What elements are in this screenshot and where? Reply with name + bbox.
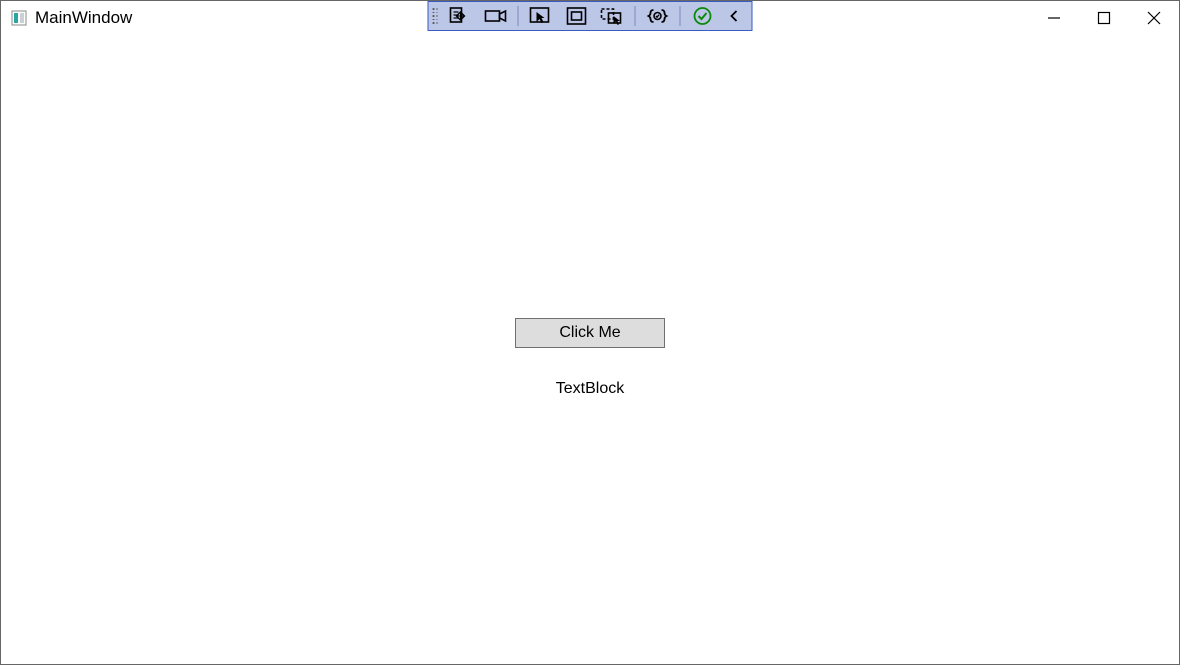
titlebar: MainWindow	[1, 1, 1179, 35]
track-focus-icon	[600, 6, 626, 26]
toolbar-separator	[680, 6, 681, 26]
debug-toolbar	[428, 1, 753, 31]
camera-icon	[484, 7, 508, 25]
record-button[interactable]	[479, 3, 513, 29]
close-icon	[1147, 11, 1161, 25]
collapse-toolbar-button[interactable]	[722, 3, 748, 29]
track-focus-button[interactable]	[596, 3, 630, 29]
button-label: Click Me	[559, 324, 620, 342]
app-icon	[11, 10, 27, 26]
window-frame: MainWindow	[0, 0, 1180, 665]
toolbar-grip-icon[interactable]	[433, 5, 439, 27]
window-controls	[1029, 1, 1179, 35]
check-circle-icon	[693, 6, 713, 26]
chevron-left-icon	[729, 8, 741, 24]
layout-adorners-button[interactable]	[560, 3, 594, 29]
visual-tree-icon	[449, 6, 471, 26]
close-button[interactable]	[1129, 1, 1179, 35]
titlebar-left: MainWindow	[1, 8, 132, 28]
center-stack: Click Me TextBlock	[515, 318, 665, 398]
client-area: Click Me TextBlock	[1, 35, 1179, 664]
maximize-button[interactable]	[1079, 1, 1129, 35]
xaml-binding-button[interactable]	[641, 3, 675, 29]
textblock: TextBlock	[515, 380, 665, 398]
select-element-icon	[529, 6, 553, 26]
hot-reload-status[interactable]	[686, 3, 720, 29]
maximize-icon	[1097, 11, 1111, 25]
layout-adorners-icon	[566, 6, 588, 26]
toolbar-separator	[518, 6, 519, 26]
click-me-button[interactable]: Click Me	[515, 318, 665, 348]
toolbar-separator	[635, 6, 636, 26]
window-title: MainWindow	[35, 8, 132, 28]
select-element-button[interactable]	[524, 3, 558, 29]
minimize-button[interactable]	[1029, 1, 1079, 35]
xaml-binding-icon	[646, 6, 670, 26]
minimize-icon	[1047, 11, 1061, 25]
visual-tree-button[interactable]	[443, 3, 477, 29]
